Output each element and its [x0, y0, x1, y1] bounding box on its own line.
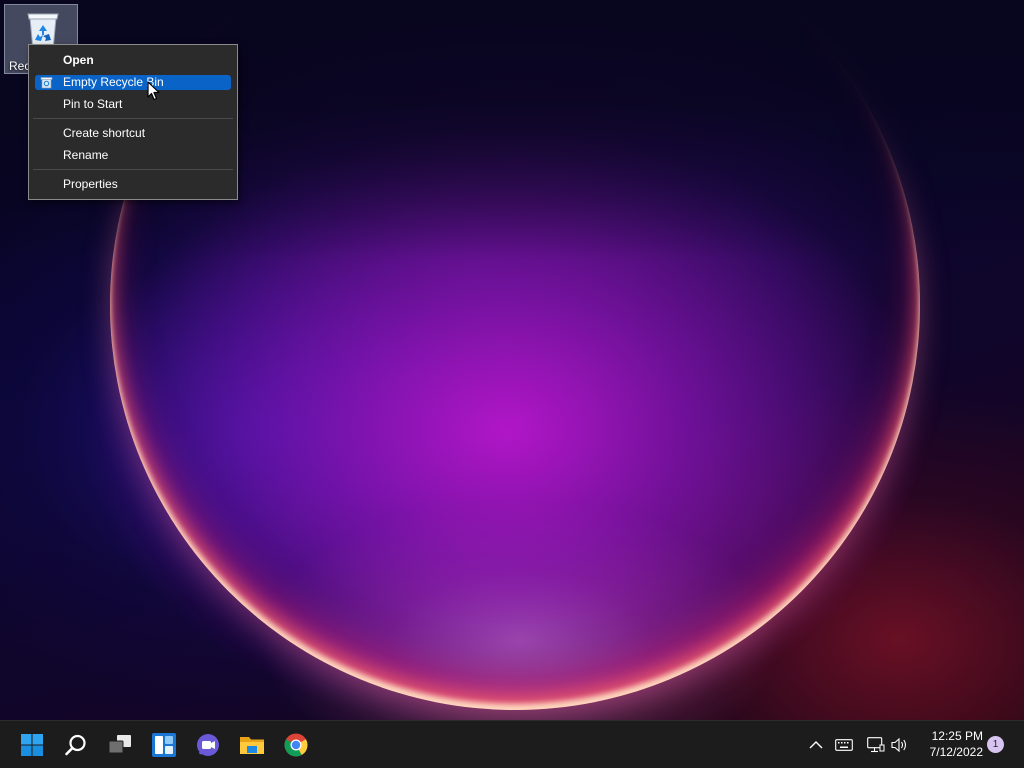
- chevron-up-icon: [809, 741, 823, 749]
- volume-icon: [891, 737, 907, 753]
- task-view-button[interactable]: [105, 730, 135, 760]
- network-button[interactable]: [866, 735, 886, 755]
- widgets-icon: [152, 733, 176, 757]
- chrome-button[interactable]: [281, 730, 311, 760]
- chrome-icon: [284, 733, 308, 757]
- menu-item-properties[interactable]: Properties: [35, 177, 231, 192]
- mouse-cursor-icon: [147, 81, 160, 101]
- menu-item-label: Open: [63, 53, 94, 67]
- menu-item-create-shortcut[interactable]: Create shortcut: [35, 126, 231, 141]
- show-hidden-icons-button[interactable]: [806, 735, 826, 755]
- keyboard-icon: [835, 739, 853, 751]
- recycle-bin-small-icon: [40, 77, 53, 89]
- search-icon: [65, 734, 86, 756]
- network-icon: [867, 737, 885, 753]
- widgets-button[interactable]: [149, 730, 179, 760]
- volume-button[interactable]: [890, 735, 910, 755]
- task-view-icon: [108, 735, 131, 754]
- chat-button[interactable]: [193, 730, 223, 760]
- menu-separator: [33, 169, 233, 170]
- start-button[interactable]: [17, 730, 47, 760]
- file-explorer-button[interactable]: [237, 730, 267, 760]
- desktop-wallpaper: Rec Open Empty Recycle Bin Pin to Start …: [0, 0, 1024, 720]
- chat-icon: [197, 734, 219, 756]
- windows-logo-icon: [21, 734, 43, 756]
- taskbar: 12:25 PM 7/12/2022 1: [0, 720, 1024, 768]
- menu-item-rename[interactable]: Rename: [35, 148, 231, 163]
- notification-badge[interactable]: 1: [987, 736, 1004, 753]
- menu-item-pin-to-start[interactable]: Pin to Start: [35, 97, 231, 112]
- input-indicator-button[interactable]: [834, 735, 854, 755]
- menu-item-label: Rename: [63, 148, 109, 162]
- search-button[interactable]: [61, 730, 91, 760]
- folder-icon: [240, 737, 264, 754]
- menu-separator: [33, 118, 233, 119]
- clock-time: 12:25 PM: [931, 729, 983, 743]
- clock-date: 7/12/2022: [929, 745, 983, 759]
- menu-item-label: Pin to Start: [63, 97, 123, 111]
- menu-item-label: Properties: [63, 177, 118, 191]
- menu-item-open[interactable]: Open: [35, 53, 231, 68]
- context-menu: Open Empty Recycle Bin Pin to Start Crea…: [28, 44, 238, 200]
- clock-button[interactable]: 12:25 PM 7/12/2022: [915, 728, 983, 760]
- menu-item-label: Create shortcut: [63, 126, 146, 140]
- menu-item-empty-recycle-bin[interactable]: Empty Recycle Bin: [35, 75, 231, 90]
